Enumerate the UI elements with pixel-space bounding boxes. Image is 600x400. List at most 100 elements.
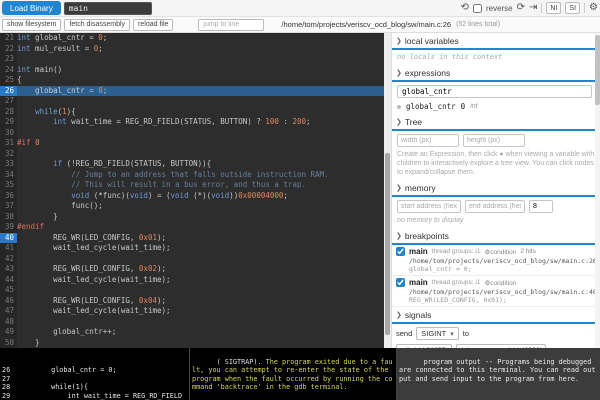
current-file-path: /home/tom/projects/veriscv_ocd_blog/sw/m…	[281, 20, 451, 29]
section-breakpoints: ❯ breakpoints main thread groups: i1 ⚙co…	[392, 228, 600, 307]
chevron-icon: ❯	[396, 184, 402, 192]
debug-controls: ⟲ reverse ⟳ ⇥ NI SI ⚙	[461, 2, 598, 14]
gutter-line-number[interactable]: 24	[0, 65, 17, 76]
gutter-line-number[interactable]: 40	[0, 233, 17, 244]
tree-header[interactable]: ❯ Tree	[392, 114, 600, 131]
gutter-line-number[interactable]: 49	[0, 327, 17, 338]
breakpoint-location[interactable]: /home/tom/projects/veriscv_ocd_blog/sw/m…	[409, 288, 596, 296]
gutter-line-number[interactable]: 48	[0, 317, 17, 328]
gutter-line-number[interactable]: 50	[0, 338, 17, 349]
code-line: if (!REG_RD_FIELD(STATUS, BUTTON)){	[17, 159, 391, 170]
program-output-text: program output -- Programs being debugge…	[399, 358, 595, 383]
fetch-disassembly-button[interactable]: fetch disassembly	[64, 19, 130, 31]
code-line: int main()	[17, 65, 391, 76]
gutter-line-number[interactable]: 37	[0, 201, 17, 212]
gutter-line-number[interactable]: 46	[0, 296, 17, 307]
memory-start-address-input[interactable]	[397, 200, 461, 213]
gutter-line-number[interactable]: 33	[0, 159, 17, 170]
breakpoints-header[interactable]: ❯ breakpoints	[392, 228, 600, 245]
reload-file-button[interactable]: reload file	[133, 19, 173, 31]
breakpoint-enabled-checkbox[interactable]	[396, 278, 405, 287]
code-line: void (*func)(void) = (void (*)(void))0x0…	[17, 191, 391, 202]
scrollbar-thumb[interactable]	[595, 35, 600, 105]
console-signal-text: ( SIGTRAP).	[217, 358, 266, 366]
gutter-line-number[interactable]: 36	[0, 191, 17, 202]
editor-scrollbar[interactable]	[384, 33, 391, 348]
step-instruction-button[interactable]: SI	[565, 2, 580, 14]
gutter-line-number[interactable]: 38	[0, 212, 17, 223]
gutter-line-number[interactable]: 42	[0, 254, 17, 265]
gdb-console-terminal[interactable]: ( SIGTRAP). The program exited due to a …	[190, 348, 397, 400]
breakpoint-thread-groups: thread groups: i1	[432, 248, 481, 255]
gutter-line-number[interactable]: 23	[0, 54, 17, 65]
code-line: // Jump to an address that falls outside…	[17, 170, 391, 181]
gutter-line-number[interactable]: 35	[0, 180, 17, 191]
program-output-terminal[interactable]: program output -- Programs being debugge…	[397, 348, 600, 400]
memory-header[interactable]: ❯ memory	[392, 180, 600, 197]
tree-width-input[interactable]	[397, 134, 459, 147]
code-line: #endif	[17, 222, 391, 233]
gutter-line-number[interactable]: 27	[0, 96, 17, 107]
signal-select-dropdown[interactable]: SIGINT ▾	[416, 327, 459, 340]
section-tree: ❯ Tree Create an Expression, then click …	[392, 114, 600, 180]
breakpoint-enabled-checkbox[interactable]	[396, 247, 405, 256]
breakpoint-source-preview: global_cntr = 0;	[409, 265, 596, 273]
gutter-line-number[interactable]: 41	[0, 243, 17, 254]
memory-end-address-input[interactable]	[465, 200, 525, 213]
tree-height-input[interactable]	[463, 134, 525, 147]
load-binary-button[interactable]: Load Binary	[2, 1, 61, 15]
terminal-row: 26 global_cntr = 0;	[2, 366, 187, 375]
continue-icon[interactable]: ⟳	[517, 3, 525, 13]
show-filesystem-button[interactable]: show filesystem	[2, 19, 61, 31]
gutter-line-number[interactable]: 31	[0, 138, 17, 149]
memory-bytes-per-line-input[interactable]	[529, 200, 553, 213]
terminal-row: 27	[2, 375, 187, 384]
gutter-line-number[interactable]: 39	[0, 222, 17, 233]
scrollbar-thumb[interactable]	[385, 153, 390, 336]
gdb-terminal[interactable]: 26 global_cntr = 0;2728 while(1){29 int …	[0, 348, 190, 400]
gutter-line-number[interactable]: 43	[0, 264, 17, 275]
section-title: local variables	[405, 36, 459, 46]
gutter-line-number[interactable]: 26	[0, 86, 17, 97]
expand-dot-icon[interactable]	[397, 105, 401, 109]
signals-header[interactable]: ❯ signals	[392, 307, 600, 324]
expression-value: 0	[461, 102, 466, 111]
expressions-header[interactable]: ❯ expressions	[392, 65, 600, 82]
breakpoint-item[interactable]: main thread groups: i1 ⚙condition 2 hits…	[392, 245, 600, 276]
gutter-line-number[interactable]: 45	[0, 285, 17, 296]
code-line: #if 0	[17, 138, 391, 149]
gutter-line-number[interactable]: 29	[0, 117, 17, 128]
expression-input[interactable]	[397, 85, 592, 98]
gutter-line-number[interactable]: 28	[0, 107, 17, 118]
gutter-line-number[interactable]: 30	[0, 128, 17, 139]
code-line: global_cntr++;	[17, 327, 391, 338]
gutter-line-number[interactable]: 34	[0, 170, 17, 181]
binary-path-input[interactable]	[64, 2, 152, 15]
breakpoint-condition-button[interactable]: ⚙condition	[484, 248, 516, 256]
chevron-icon: ❯	[396, 37, 402, 45]
gear-icon[interactable]: ⚙	[589, 3, 598, 13]
jump-to-line-input[interactable]	[198, 19, 264, 31]
reverse-checkbox[interactable]	[473, 4, 482, 13]
breakpoint-condition-button[interactable]: ⚙condition	[484, 279, 516, 287]
run-restart-icon[interactable]: ⟲	[461, 3, 469, 13]
code-line: REG_WR(LED_CONFIG, 0x04);	[17, 296, 391, 307]
gutter-line-number[interactable]: 21	[0, 33, 17, 44]
breakpoint-location[interactable]: /home/tom/projects/veriscv_ocd_blog/sw/m…	[409, 257, 596, 265]
gutter-line-number[interactable]: 44	[0, 275, 17, 286]
gutter-line-number[interactable]: 47	[0, 306, 17, 317]
local-variables-header[interactable]: ❯ local variables	[392, 33, 600, 50]
step-over-icon[interactable]: ⇥	[529, 3, 537, 13]
chevron-icon: ❯	[396, 232, 402, 240]
code-line: wait_led_cycle(wait_time);	[17, 275, 391, 286]
gutter-line-number[interactable]: 22	[0, 44, 17, 55]
section-local-variables: ❯ local variables no locals in this cont…	[392, 33, 600, 65]
next-instruction-button[interactable]: NI	[546, 2, 561, 14]
breakpoint-item[interactable]: main thread groups: i1 ⚙condition /home/…	[392, 276, 600, 307]
sidebar-scrollbar[interactable]	[595, 33, 600, 348]
gdb-terminal-rows: 26 global_cntr = 0;2728 while(1){29 int …	[2, 366, 187, 400]
expression-row[interactable]: global_cntr 0 int	[397, 102, 595, 111]
gutter-line-number[interactable]: 32	[0, 149, 17, 160]
code-line: {	[17, 75, 391, 86]
gutter-line-number[interactable]: 25	[0, 75, 17, 86]
